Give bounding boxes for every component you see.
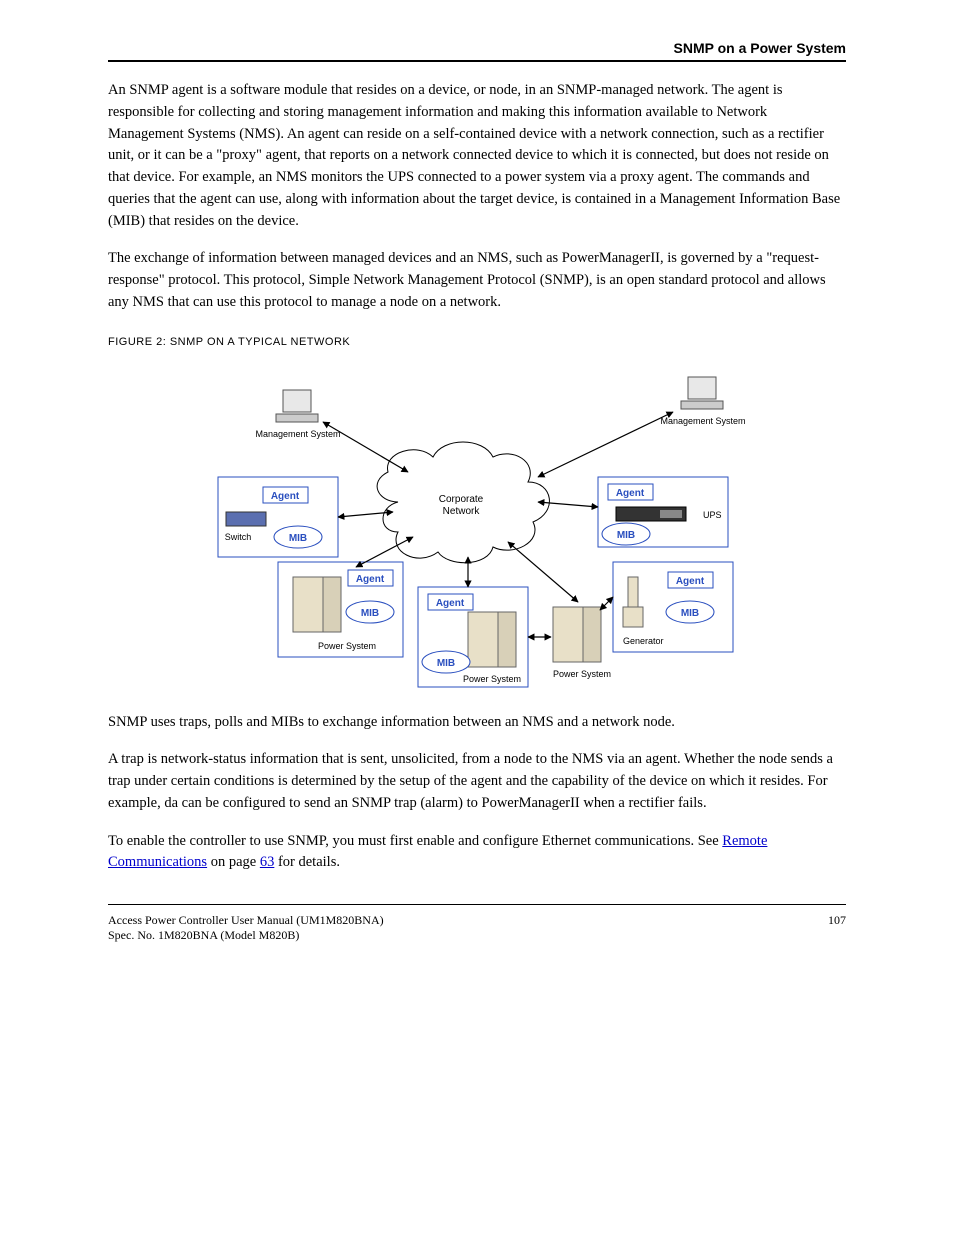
svg-text:Agent: Agent — [676, 576, 705, 587]
paragraph-2: The exchange of information between mana… — [108, 248, 846, 313]
figure-label: FIGURE 2: SNMP ON A TYPICAL NETWORK — [108, 336, 846, 348]
svg-text:Agent: Agent — [436, 598, 465, 609]
paragraph-3a: SNMP uses traps, polls and MIBs to excha… — [108, 712, 846, 734]
paragraph-3b: A trap is network-status information tha… — [108, 749, 846, 814]
arrow-cloud-ps-right — [508, 542, 578, 602]
page-ref-link[interactable]: 63 — [260, 854, 275, 870]
para4-mid: on page — [207, 854, 260, 870]
generator-node: Agent Generator MIB — [613, 562, 733, 652]
svg-text:Power System: Power System — [318, 641, 376, 651]
footer: Access Power Controller User Manual (UM1… — [108, 913, 846, 943]
arrow-mgmt-right — [538, 412, 673, 477]
ups-node: Agent UPS MIB — [598, 477, 728, 547]
svg-text:MIB: MIB — [681, 608, 699, 619]
svg-text:MIB: MIB — [361, 608, 379, 619]
paragraph-1: An SNMP agent is a software module that … — [108, 80, 846, 232]
footer-divider — [108, 904, 846, 905]
footer-spec: Spec. No. 1M820BNA (Model M820B) — [108, 928, 384, 943]
header-divider — [108, 60, 846, 62]
footer-doc-title: Access Power Controller User Manual (UM1… — [108, 913, 384, 928]
svg-text:Switch: Switch — [225, 532, 252, 542]
cloud-label-line2: Network — [443, 506, 481, 517]
svg-text:Generator: Generator — [623, 636, 664, 646]
power-system-left: Agent MIB Power System — [278, 562, 403, 657]
svg-text:Agent: Agent — [271, 491, 300, 502]
svg-text:Power System: Power System — [553, 669, 611, 679]
svg-text:Power System: Power System — [463, 674, 521, 684]
arrow-gen-link — [600, 597, 613, 610]
svg-text:MIB: MIB — [617, 530, 635, 541]
arrow-mgmt-left — [323, 422, 408, 472]
svg-text:Agent: Agent — [616, 488, 645, 499]
svg-text:UPS: UPS — [703, 510, 722, 520]
svg-text:MIB: MIB — [289, 533, 307, 544]
page-header: SNMP on a Power System — [108, 40, 846, 60]
paragraph-4: To enable the controller to use SNMP, yo… — [108, 831, 846, 875]
cloud-label-line1: Corporate — [439, 494, 484, 505]
svg-text:Agent: Agent — [356, 574, 385, 585]
power-system-right: Power System — [553, 607, 611, 679]
para4-prefix: To enable the controller to use SNMP, yo… — [108, 833, 722, 849]
footer-page-number: 107 — [828, 913, 846, 943]
para4-suffix: for details. — [274, 854, 340, 870]
power-system-center: Agent MIB Power System — [418, 587, 528, 687]
svg-text:Management System: Management System — [255, 429, 340, 439]
network-diagram: Corporate Network Management System Mana… — [208, 362, 768, 712]
mgmt-system-left: Management System — [255, 390, 340, 439]
svg-text:MIB: MIB — [437, 658, 455, 669]
mgmt-system-right: Management System — [660, 377, 745, 426]
svg-text:Management System: Management System — [660, 416, 745, 426]
switch-node: Agent Switch MIB — [218, 477, 338, 557]
